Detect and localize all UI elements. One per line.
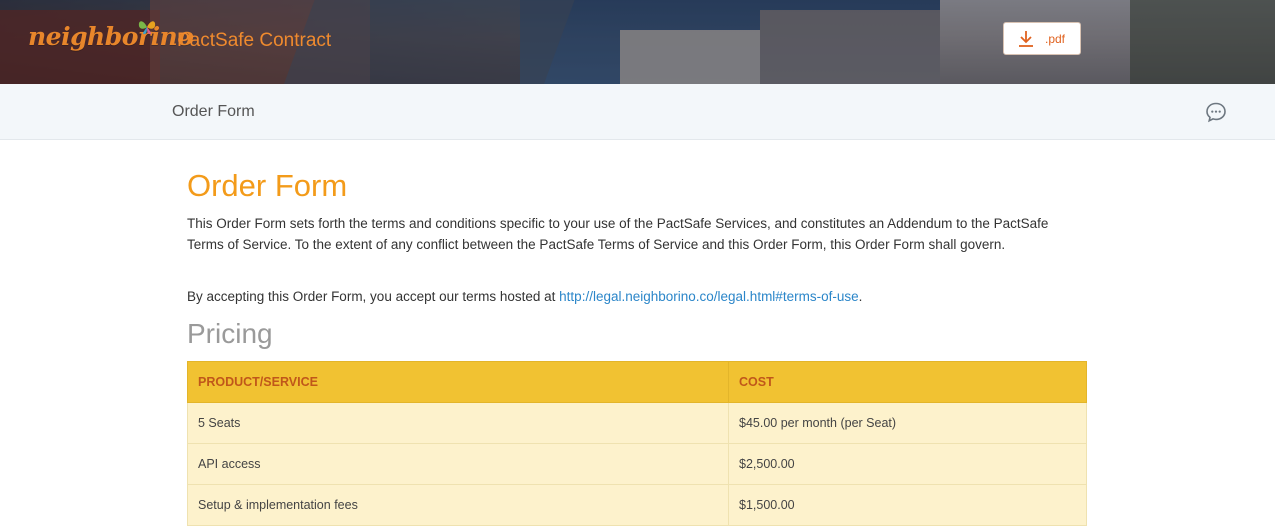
cost-cell: $2,500.00 <box>728 443 1087 485</box>
butterfly-logo-icon <box>138 21 156 35</box>
subnav-title: Order Form <box>172 103 255 120</box>
document-title: Order Form <box>187 168 348 203</box>
header-banner: neighborino PactSafe Contract .pdf <box>0 0 1275 84</box>
accept-suffix: . <box>858 289 863 304</box>
table-row: 5 Seats $45.00 per month (per Seat) <box>187 402 1087 444</box>
product-cell: 5 Seats <box>187 402 729 444</box>
download-icon <box>1019 31 1033 47</box>
table-row: API access $2,500.00 <box>187 443 1087 485</box>
pricing-heading: Pricing <box>187 318 273 349</box>
accept-text: By accepting this Order Form, you accept… <box>187 289 560 304</box>
intro-paragraph: This Order Form sets forth the terms and… <box>187 216 1049 252</box>
product-cell: Setup & implementation fees <box>187 484 729 526</box>
table-row: Setup & implementation fees $1,500.00 <box>187 484 1087 526</box>
pricing-table: PRODUCT/SERVICE COST 5 Seats $45.00 per … <box>187 361 1087 526</box>
table-header-row: PRODUCT/SERVICE COST <box>187 361 1087 403</box>
column-header-product: PRODUCT/SERVICE <box>187 361 729 403</box>
chat-bubble-icon[interactable] <box>1205 101 1227 123</box>
app-title: PactSafe Contract <box>177 30 332 51</box>
product-cell: API access <box>187 443 729 485</box>
sub-navigation-bar: Order Form <box>0 84 1275 140</box>
download-pdf-button[interactable]: .pdf <box>1003 22 1081 55</box>
column-header-cost: COST <box>728 361 1087 403</box>
cost-cell: $1,500.00 <box>728 484 1087 526</box>
brand-logo[interactable]: neighborino <box>28 22 194 58</box>
cost-cell: $45.00 per month (per Seat) <box>728 402 1087 444</box>
pdf-button-label: .pdf <box>1045 32 1066 46</box>
accept-paragraph: By accepting this Order Form, you accept… <box>187 286 1067 307</box>
terms-link[interactable]: http://legal.neighborino.co/legal.html#t… <box>559 289 858 304</box>
